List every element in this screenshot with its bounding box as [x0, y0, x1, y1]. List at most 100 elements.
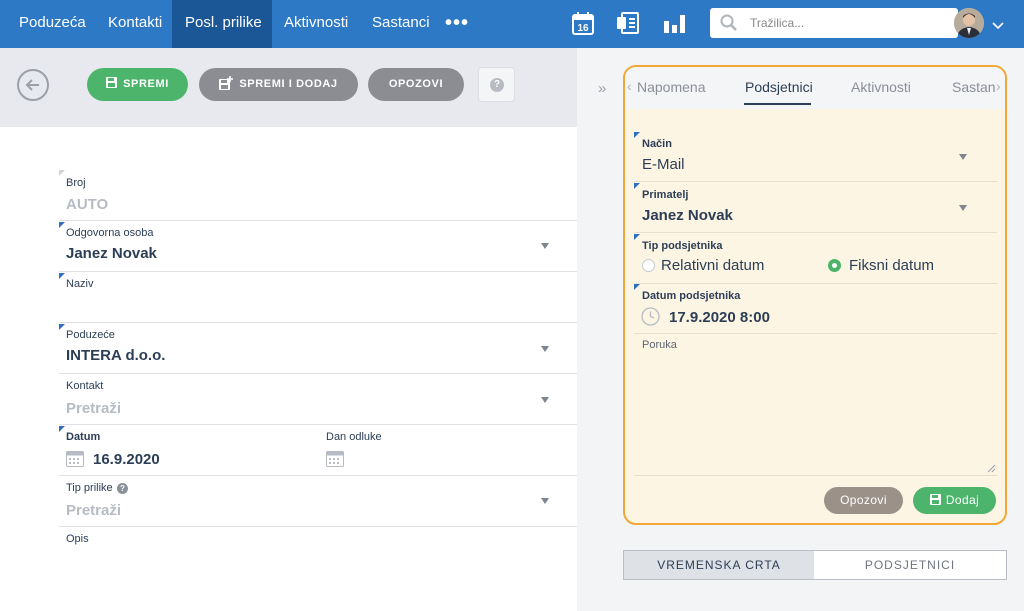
bar-chart-icon[interactable]	[663, 11, 685, 40]
required-marker	[59, 426, 65, 432]
primatelj-value[interactable]: Janez Novak	[642, 207, 733, 224]
search-input[interactable]: Tražilica...	[750, 16, 804, 30]
poruka-textarea[interactable]	[634, 355, 997, 475]
radio-relativni-datum[interactable]	[642, 259, 655, 272]
avatar[interactable]	[954, 8, 984, 38]
field-tip-prilike[interactable]: Tip prilike ? Pretraži	[59, 476, 577, 527]
opportunity-form-panel: SPREMI SPREMI I DODAJ OPOZOVI ? Broj AUT…	[0, 48, 577, 611]
collapse-panel-icon[interactable]: »	[598, 80, 606, 97]
calendar-icon[interactable]	[326, 450, 344, 467]
odgovorna-label: Odgovorna osoba	[66, 227, 154, 239]
tip-podsjetnika-label: Tip podsjetnika	[642, 240, 723, 252]
kontakt-input[interactable]: Pretraži	[66, 400, 121, 417]
floppy-disk-icon	[929, 493, 941, 505]
field-opis[interactable]: Opis	[59, 527, 577, 567]
nacin-label: Način	[642, 138, 672, 150]
kontakt-label: Kontakt	[66, 380, 104, 392]
field-marker	[59, 170, 65, 176]
top-navigation: Poduzeća Kontakti Posl. prilike Aktivnos…	[0, 0, 1024, 48]
active-tab-indicator	[744, 103, 811, 105]
calendar-icon[interactable]	[66, 450, 84, 467]
required-marker	[59, 222, 65, 228]
chevron-down-icon[interactable]	[541, 498, 549, 504]
tab-podsjetnici-bottom[interactable]: PODSJETNICI	[814, 550, 1007, 580]
naziv-label: Naziv	[66, 278, 94, 290]
tip-prilike-label: Tip prilike	[66, 482, 113, 494]
datum-label: Datum	[66, 431, 101, 443]
tab-vremenska-crta[interactable]: VREMENSKA CRTA	[623, 550, 815, 580]
required-marker	[59, 324, 65, 330]
field-kontakt[interactable]: Kontakt Pretraži	[59, 374, 577, 425]
tab-podsjetnici[interactable]: Podsjetnici	[745, 79, 813, 95]
required-marker	[634, 132, 640, 138]
resize-handle-icon[interactable]	[987, 464, 996, 473]
nacin-value[interactable]: E-Mail	[642, 156, 685, 173]
poduzece-value[interactable]: INTERA d.o.o.	[66, 347, 165, 364]
opis-label: Opis	[66, 533, 89, 545]
chevron-down-icon[interactable]	[541, 397, 549, 403]
save-button-label: SPREMI	[123, 78, 169, 90]
divider	[634, 333, 997, 334]
chevron-down-icon[interactable]	[992, 17, 1004, 35]
nav-item-posl-prilike[interactable]: Posl. prilike	[172, 0, 272, 48]
divider	[634, 232, 997, 233]
required-marker	[59, 273, 65, 279]
tip-prilike-input[interactable]: Pretraži	[66, 502, 121, 519]
datum-value[interactable]: 16.9.2020	[93, 451, 160, 468]
panel-tabs: ‹ Napomena Podsjetnici Aktivnosti Sastan…	[625, 67, 1005, 109]
nav-item-kontakti[interactable]: Kontakti	[108, 0, 162, 48]
chevron-down-icon[interactable]	[541, 243, 549, 249]
required-marker	[634, 284, 640, 290]
field-naziv[interactable]: Naziv	[59, 272, 577, 323]
chevron-down-icon[interactable]	[959, 154, 967, 160]
nav-item-poduzeca[interactable]: Poduzeća	[19, 0, 86, 48]
phone-log-icon[interactable]	[616, 11, 640, 40]
back-button[interactable]	[17, 69, 49, 101]
search-box[interactable]: Tražilica...	[710, 8, 958, 38]
info-icon[interactable]: ?	[117, 483, 128, 494]
divider	[634, 181, 997, 182]
save-and-add-button[interactable]: SPREMI I DODAJ	[199, 68, 358, 101]
required-marker	[634, 183, 640, 189]
more-menu-icon[interactable]: •••	[445, 13, 469, 33]
relativni-datum-label[interactable]: Relativni datum	[661, 257, 764, 274]
arrow-left-icon	[25, 79, 39, 91]
divider	[634, 283, 997, 284]
chevron-down-icon[interactable]	[959, 205, 967, 211]
field-odgovorna-osoba[interactable]: Odgovorna osoba Janez Novak	[59, 221, 577, 272]
clock-icon[interactable]	[641, 307, 660, 326]
calendar-day: 16	[577, 23, 589, 34]
chevron-down-icon[interactable]	[541, 346, 549, 352]
chevron-left-icon[interactable]: ‹	[627, 78, 632, 94]
help-icon: ?	[490, 78, 504, 92]
reminder-cancel-button[interactable]: Opozovi	[824, 487, 903, 514]
odgovorna-value[interactable]: Janez Novak	[66, 245, 157, 262]
cancel-button[interactable]: OPOZOVI	[368, 68, 464, 101]
datum-podsjetnika-label: Datum podsjetnika	[642, 290, 741, 302]
tab-aktivnosti[interactable]: Aktivnosti	[851, 79, 911, 95]
help-button[interactable]: ?	[478, 67, 515, 102]
radio-fiksni-datum[interactable]	[828, 259, 841, 272]
reminder-card: ‹ Napomena Podsjetnici Aktivnosti Sastan…	[623, 65, 1007, 525]
save-button[interactable]: SPREMI	[87, 68, 188, 101]
fiksni-datum-label[interactable]: Fiksni datum	[849, 257, 934, 274]
poduzece-label: Poduzeće	[66, 329, 115, 341]
calendar-icon[interactable]: 16	[572, 11, 594, 40]
tab-sastanci[interactable]: Sastan	[952, 79, 996, 95]
chevron-right-icon[interactable]: ›	[996, 78, 1001, 94]
field-datum[interactable]: Datum 16.9.2020 Dan odluke	[59, 425, 577, 476]
primatelj-label: Primatelj	[642, 189, 689, 201]
broj-value: AUTO	[66, 196, 109, 213]
datum-podsjetnika-value[interactable]: 17.9.2020 8:00	[669, 309, 770, 326]
reminder-add-button[interactable]: Dodaj	[913, 487, 996, 514]
nav-item-sastanci[interactable]: Sastanci	[372, 0, 430, 48]
field-poduzece[interactable]: Poduzeće INTERA d.o.o.	[59, 323, 577, 374]
search-icon	[720, 14, 737, 31]
nav-item-aktivnosti[interactable]: Aktivnosti	[284, 0, 348, 48]
reminder-add-label: Dodaj	[945, 493, 980, 507]
field-broj: Broj AUTO	[59, 170, 577, 221]
dan-odluke-label: Dan odluke	[326, 431, 382, 443]
save-and-add-label: SPREMI I DODAJ	[239, 78, 338, 90]
floppy-disk-plus-icon	[219, 75, 234, 90]
tab-napomena[interactable]: Napomena	[637, 79, 706, 95]
